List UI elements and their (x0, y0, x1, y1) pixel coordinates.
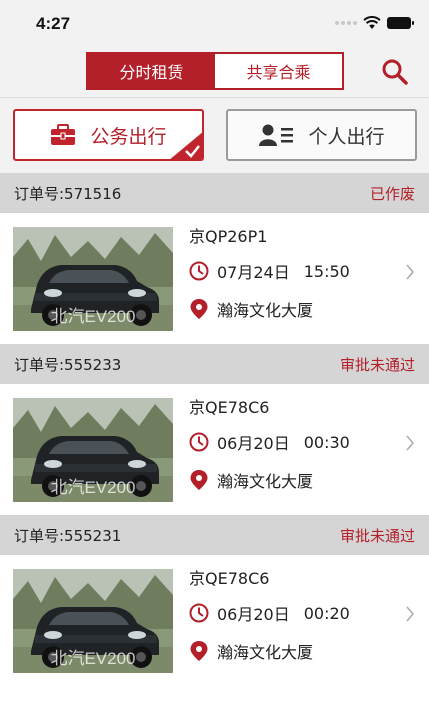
pickup-time: 00:20 (303, 603, 350, 623)
order-header: 订单号:555231 审批未通过 (0, 515, 429, 555)
location-pin-icon (190, 470, 208, 490)
location-pin-icon (190, 641, 208, 661)
pickup-time-row: 07月24日 15:50 (189, 259, 350, 283)
pickup-date: 07月24日 (217, 263, 290, 282)
tab-carpool[interactable]: 共享合乘 (215, 54, 342, 88)
order-number: 订单号:555233 (14, 355, 122, 374)
battery-icon (387, 17, 414, 29)
pickup-time-row: 06月20日 00:30 (189, 430, 350, 454)
briefcase-icon (51, 124, 76, 145)
car-photo: 北汽EV200 (13, 569, 173, 673)
order-card[interactable]: 北汽EV200 京QP26P1 07月24日 15:50 瀚海文化大厦 (0, 213, 429, 344)
business-trip-label: 公务出行 (90, 125, 167, 148)
selected-check-icon (170, 132, 202, 159)
chevron-right-icon (406, 606, 414, 622)
pickup-location: 瀚海文化大厦 (217, 643, 314, 662)
clock-icon (189, 432, 209, 452)
status-time: 4:27 (36, 14, 71, 33)
pickup-time-row: 06月20日 00:20 (189, 601, 350, 625)
tab-time-rental[interactable]: 分时租赁 (88, 54, 215, 88)
order-number: 订单号:555231 (14, 526, 122, 545)
personal-trip-button[interactable]: 个人出行 (226, 109, 417, 161)
order-status: 审批未通过 (339, 526, 415, 545)
order-header: 订单号:571516 已作废 (0, 173, 429, 213)
car-photo: 北汽EV200 (13, 227, 173, 331)
location-pin-icon (190, 299, 208, 319)
order-card[interactable]: 北汽EV200 京QE78C6 06月20日 00:20 瀚海文化大厦 (0, 555, 429, 686)
person-list-icon (259, 124, 294, 146)
status-bar: 4:27 (0, 0, 429, 46)
car-model-label: 北汽EV200 (50, 307, 136, 326)
pickup-location: 瀚海文化大厦 (217, 472, 314, 491)
car-model-label: 北汽EV200 (50, 649, 136, 668)
pickup-location-row: 瀚海文化大厦 (189, 297, 313, 321)
signal-icon (335, 21, 357, 25)
pickup-time: 15:50 (303, 261, 350, 281)
pickup-date: 06月20日 (217, 434, 290, 453)
order-number: 订单号:571516 (14, 184, 122, 203)
order-status: 审批未通过 (339, 355, 415, 374)
status-icons (335, 16, 414, 30)
trip-mode-selector: 公务出行 个人出行 (0, 98, 429, 173)
license-plate: 京QE78C6 (189, 398, 270, 417)
clock-icon (189, 261, 209, 281)
search-icon[interactable] (381, 58, 409, 86)
personal-trip-label: 个人出行 (308, 125, 385, 148)
segmented-control: 分时租赁 共享合乘 (86, 52, 344, 90)
pickup-location: 瀚海文化大厦 (217, 301, 314, 320)
chevron-right-icon (406, 264, 414, 280)
chevron-right-icon (406, 435, 414, 451)
order-card[interactable]: 北汽EV200 京QE78C6 06月20日 00:30 瀚海文化大厦 (0, 384, 429, 515)
order-header: 订单号:555233 审批未通过 (0, 344, 429, 384)
clock-icon (189, 603, 209, 623)
business-trip-button[interactable]: 公务出行 (13, 109, 204, 161)
car-photo: 北汽EV200 (13, 398, 173, 502)
license-plate: 京QE78C6 (189, 569, 270, 588)
nav-bar: 分时租赁 共享合乘 (0, 46, 429, 98)
pickup-date: 06月20日 (217, 605, 290, 624)
pickup-location-row: 瀚海文化大厦 (189, 468, 313, 492)
license-plate: 京QP26P1 (189, 227, 268, 246)
order-status: 已作废 (369, 184, 415, 203)
wifi-icon (363, 16, 381, 29)
car-model-label: 北汽EV200 (50, 478, 136, 497)
pickup-location-row: 瀚海文化大厦 (189, 639, 313, 663)
pickup-time: 00:30 (303, 432, 350, 452)
